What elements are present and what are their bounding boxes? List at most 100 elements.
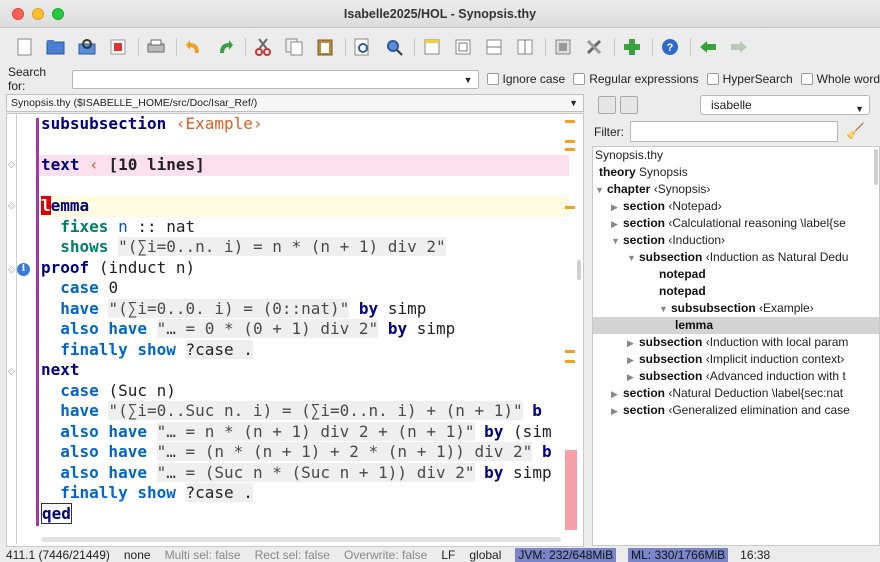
fold-marker-icon[interactable]: ◇	[8, 366, 15, 377]
warning-marker[interactable]	[565, 140, 575, 143]
tree-item[interactable]: ▼ chapter ‹Synopsis›	[593, 181, 879, 198]
sidebar-mode-select[interactable]: isabelle ▼	[700, 95, 870, 115]
fold-mode-status[interactable]: global	[469, 548, 501, 562]
find-in-files-icon[interactable]	[383, 36, 405, 58]
horizontal-scrollbar[interactable]	[41, 537, 561, 542]
undo-icon[interactable]	[183, 36, 205, 58]
tree-expanded-icon[interactable]: ▼	[595, 182, 607, 199]
warning-marker[interactable]	[565, 148, 575, 151]
tree-collapsed-icon[interactable]: ▶	[611, 386, 623, 403]
chevron-down-icon[interactable]: ▼	[569, 98, 578, 108]
tree-scrollbar[interactable]	[874, 149, 878, 185]
plugin-manager-icon[interactable]	[621, 36, 643, 58]
tree-collapsed-icon[interactable]: ▶	[611, 216, 623, 233]
tree-item[interactable]: ▶ section ‹Natural Deduction \label{sec:n…	[593, 385, 879, 402]
jvm-memory-status[interactable]: JVM: 232/648MiB	[515, 548, 617, 562]
sidebar-tool-icon[interactable]	[598, 96, 616, 114]
cut-icon[interactable]	[252, 36, 274, 58]
tree-expanded-icon[interactable]: ▼	[611, 233, 623, 250]
chevron-down-icon[interactable]: ▼	[464, 75, 473, 85]
tree-item[interactable]: Synopsis.thy	[593, 147, 879, 164]
help-icon[interactable]: ?	[659, 36, 681, 58]
new-file-icon[interactable]	[14, 36, 36, 58]
back-icon[interactable]	[697, 36, 719, 58]
sidebar-tool-icon[interactable]	[620, 96, 638, 114]
find-icon[interactable]	[352, 36, 374, 58]
fold-marker-icon[interactable]: ◇	[8, 159, 15, 170]
split-horizontal-icon[interactable]	[483, 36, 505, 58]
rect-select-status[interactable]: Rect sel: false	[255, 548, 330, 562]
print-icon[interactable]	[145, 36, 167, 58]
search-label: Search for:	[8, 65, 47, 93]
fold-placeholder[interactable]: [10 lines]	[108, 155, 204, 174]
hypersearch-checkbox[interactable]: HyperSearch	[706, 72, 793, 86]
chevron-down-icon[interactable]: ▼	[855, 100, 864, 118]
warning-marker[interactable]	[565, 350, 575, 353]
tree-item[interactable]: notepad	[593, 266, 879, 283]
tree-collapsed-icon[interactable]: ▶	[611, 199, 623, 216]
tree-expanded-icon[interactable]: ▼	[659, 301, 671, 318]
text-editor[interactable]: ◇ ◇ ◇ i ◇ subsubsection ‹Example› text ‹…	[6, 113, 584, 547]
code-line: case (Suc n)	[39, 381, 569, 402]
tree-item[interactable]: ▶ subsection ‹Implicit induction context›	[593, 351, 879, 368]
tree-item[interactable]: ▼ subsection ‹Induction as Natural Dedu	[593, 249, 879, 266]
filter-input[interactable]	[630, 121, 838, 142]
multi-select-status[interactable]: Multi sel: false	[165, 548, 241, 562]
tree-item-selected[interactable]: lemma	[593, 317, 879, 334]
warning-marker[interactable]	[565, 120, 575, 123]
whole-word-checkbox[interactable]: Whole word	[800, 72, 880, 86]
fold-marker-icon[interactable]: ◇	[8, 200, 15, 211]
error-region-marker[interactable]	[565, 450, 577, 530]
reload-icon[interactable]	[76, 36, 98, 58]
line-separator-status[interactable]: LF	[441, 548, 455, 562]
tree-item[interactable]: ▶ subsection ‹Induction with local param	[593, 334, 879, 351]
editor-gutter[interactable]: ◇ ◇ ◇ i ◇	[7, 114, 35, 546]
checkbox-box[interactable]	[486, 73, 499, 85]
caret-position[interactable]: 411.1 (7446/21449)	[6, 548, 110, 562]
buffer-options-icon[interactable]	[552, 36, 574, 58]
split-vertical-icon[interactable]	[514, 36, 536, 58]
tree-item[interactable]: ▼ section ‹Induction›	[593, 232, 879, 249]
forward-icon[interactable]	[728, 36, 750, 58]
checkbox-box[interactable]	[573, 73, 586, 85]
structure-tree[interactable]: Synopsis.thy theory Synopsis ▼ chapter ‹S…	[592, 146, 880, 546]
tree-item[interactable]: ▶ section ‹Calculational reasoning \label…	[593, 215, 879, 232]
tree-expanded-icon[interactable]: ▼	[627, 250, 639, 267]
tree-item[interactable]: ▶ section ‹Notepad›	[593, 198, 879, 215]
open-file-icon[interactable]	[45, 36, 67, 58]
paste-icon[interactable]	[314, 36, 336, 58]
new-view-icon[interactable]	[421, 36, 443, 58]
tree-item-label: ‹Induction with local param	[702, 335, 849, 349]
edit-mode[interactable]: none	[124, 548, 151, 562]
overwrite-status[interactable]: Overwrite: false	[344, 548, 427, 562]
warning-marker[interactable]	[565, 206, 575, 209]
tree-item[interactable]: theory Synopsis	[593, 164, 879, 181]
code-area[interactable]: subsubsection ‹Example› text ‹ [10 lines…	[39, 114, 569, 524]
fold-marker-icon[interactable]: ◇	[8, 264, 15, 275]
tree-collapsed-icon[interactable]: ▶	[627, 352, 639, 369]
checkbox-box[interactable]	[706, 73, 719, 85]
tree-collapsed-icon[interactable]: ▶	[627, 335, 639, 352]
close-buffer-icon[interactable]	[107, 36, 129, 58]
unsplit-icon[interactable]	[452, 36, 474, 58]
regex-checkbox[interactable]: Regular expressions	[573, 72, 699, 86]
clear-filter-icon[interactable]: 🧹	[846, 122, 865, 140]
ml-memory-status[interactable]: ML: 330/1766MiB	[628, 548, 729, 562]
term-string: "… = n * (n + 1) div 2 + (n + 1)"	[156, 421, 475, 441]
search-input[interactable]: ▼	[72, 69, 479, 89]
vertical-scrollbar[interactable]	[577, 260, 581, 280]
info-icon[interactable]: i	[17, 263, 30, 276]
warning-marker[interactable]	[565, 360, 575, 363]
checkbox-box[interactable]	[800, 73, 813, 85]
tree-item[interactable]: ▶ section ‹Generalized elimination and ca…	[593, 402, 879, 419]
redo-icon[interactable]	[214, 36, 236, 58]
tree-collapsed-icon[interactable]: ▶	[627, 369, 639, 386]
global-options-icon[interactable]	[583, 36, 605, 58]
copy-icon[interactable]	[283, 36, 305, 58]
buffer-selector[interactable]: Synopsis.thy ($ISABELLE_HOME/src/Doc/Isa…	[6, 94, 584, 112]
ignore-case-checkbox[interactable]: Ignore case	[486, 72, 565, 86]
tree-item[interactable]: ▼ subsubsection ‹Example›	[593, 300, 879, 317]
tree-item[interactable]: ▶ subsection ‹Advanced induction with t	[593, 368, 879, 385]
tree-item[interactable]: notepad	[593, 283, 879, 300]
tree-collapsed-icon[interactable]: ▶	[611, 403, 623, 420]
